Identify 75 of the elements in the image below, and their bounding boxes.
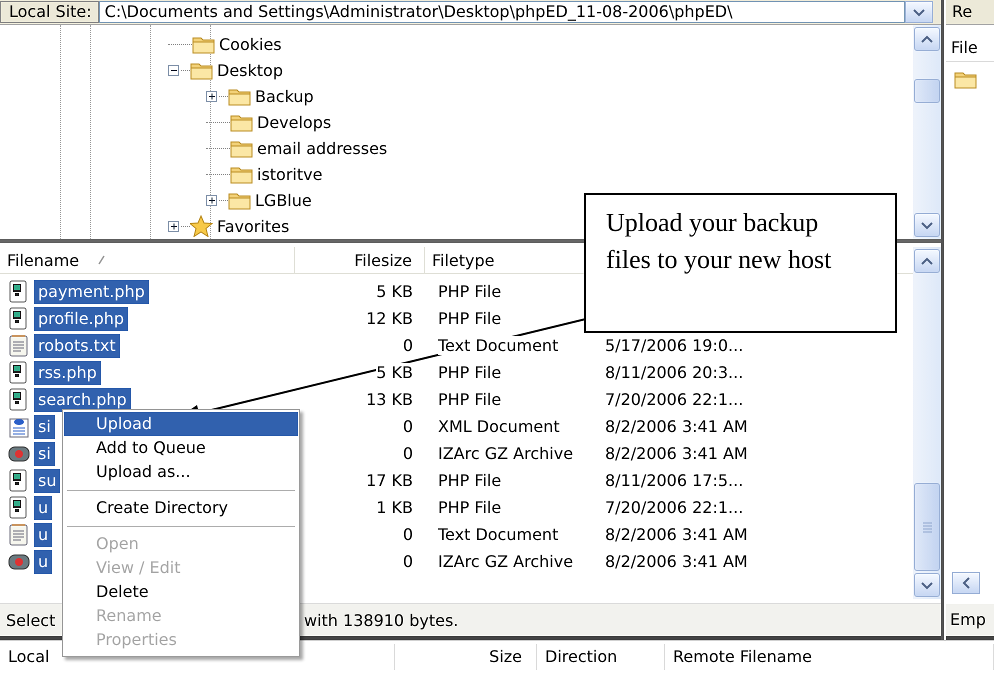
file-date: 8/2/2006 3:41 AM — [605, 444, 748, 463]
column-header[interactable]: Size — [395, 644, 537, 670]
text-file-icon — [8, 523, 30, 546]
callout-note: Upload your backup files to your new host — [584, 193, 897, 333]
file-name[interactable]: u — [34, 522, 52, 546]
scroll-up-button[interactable] — [914, 27, 940, 51]
menu-item[interactable]: Upload as... — [64, 460, 298, 484]
expand-icon[interactable] — [206, 194, 217, 206]
column-header[interactable]: Filename — [0, 247, 295, 273]
chevron-up-icon — [921, 256, 933, 266]
chevron-left-icon — [962, 577, 970, 589]
file-date: 7/20/2006 22:1... — [605, 498, 744, 517]
menu-item[interactable]: Add to Queue — [64, 436, 298, 460]
tree-item[interactable]: Desktop — [214, 60, 286, 80]
status-text: with 138910 bytes. — [304, 610, 458, 630]
tree-item[interactable]: Backup — [252, 86, 317, 106]
column-header[interactable]: Direction — [537, 644, 665, 670]
scrollbar[interactable] — [913, 247, 941, 599]
collapse-icon[interactable] — [168, 64, 179, 76]
file-date: 5/17/2006 19:0... — [605, 336, 744, 355]
expand-icon[interactable] — [206, 90, 217, 102]
file-name[interactable]: robots.txt — [34, 334, 120, 358]
file-type: Text Document — [438, 336, 558, 355]
menu-item[interactable]: Delete — [64, 580, 298, 604]
expand-icon[interactable] — [168, 220, 179, 232]
chevron-down-icon — [921, 580, 933, 590]
plus-icon — [208, 92, 216, 100]
star-icon — [190, 215, 214, 237]
file-name[interactable]: search.php — [34, 388, 131, 412]
column-header[interactable]: Remote Filename — [665, 644, 994, 670]
status-text: Select — [6, 610, 56, 630]
file-name[interactable]: payment.php — [34, 280, 149, 304]
scrollbar[interactable] — [913, 25, 941, 239]
path-field[interactable]: C:\Documents and Settings\Administrator\Desktop\phpED_11-08-2006\phpED\ — [98, 1, 905, 23]
status-text: Emp — [946, 604, 994, 640]
file-date: 8/2/2006 3:41 AM — [605, 417, 748, 436]
scroll-left-button[interactable] — [952, 572, 980, 594]
column-header[interactable]: Filesize — [295, 247, 425, 273]
file-name[interactable]: profile.php — [34, 306, 128, 330]
scrollbar-thumb[interactable] — [914, 79, 940, 103]
plus-icon — [170, 222, 178, 230]
file-name[interactable]: su — [34, 468, 60, 492]
file-date: 8/2/2006 3:41 AM — [605, 552, 748, 571]
plus-icon — [208, 196, 216, 204]
file-name[interactable]: si — [34, 414, 55, 438]
file-date: 8/11/2006 17:5... — [605, 471, 744, 490]
file-name[interactable]: u — [34, 496, 52, 520]
grip-icon — [922, 522, 932, 532]
tree-item[interactable]: Develops — [254, 112, 334, 132]
tree-item[interactable]: LGBlue — [252, 190, 315, 210]
scroll-up-button[interactable] — [914, 249, 940, 273]
menu-item[interactable]: Upload — [64, 412, 298, 436]
tree-item[interactable]: Favorites — [214, 216, 292, 236]
dropdown-button[interactable] — [905, 1, 933, 23]
chevron-down-icon — [921, 220, 933, 230]
scroll-down-button[interactable] — [914, 213, 940, 237]
file-name[interactable]: u — [34, 550, 52, 574]
scroll-down-button[interactable] — [914, 573, 940, 597]
tree-item[interactable]: email addresses — [254, 138, 390, 158]
chevron-down-icon — [913, 8, 925, 16]
text-file-icon — [8, 334, 30, 357]
file-date: 8/11/2006 20:3... — [605, 363, 744, 382]
remote-site-label: Re — [946, 0, 994, 25]
chevron-up-icon — [921, 34, 933, 44]
file-date: 8/2/2006 3:41 AM — [605, 525, 748, 544]
tree-item[interactable]: Cookies — [216, 34, 285, 54]
scrollbar-thumb[interactable] — [914, 483, 940, 571]
column-header[interactable]: File — [946, 35, 994, 62]
menu-item[interactable]: Create Directory — [64, 496, 298, 520]
file-name[interactable]: rss.php — [34, 360, 101, 384]
sort-icon — [97, 255, 106, 265]
file-name[interactable]: si — [34, 442, 55, 466]
tree-item[interactable]: istoritve — [254, 164, 326, 184]
file-date: 7/20/2006 22:1... — [605, 390, 744, 409]
local-site-label: Local Site: — [0, 1, 99, 23]
